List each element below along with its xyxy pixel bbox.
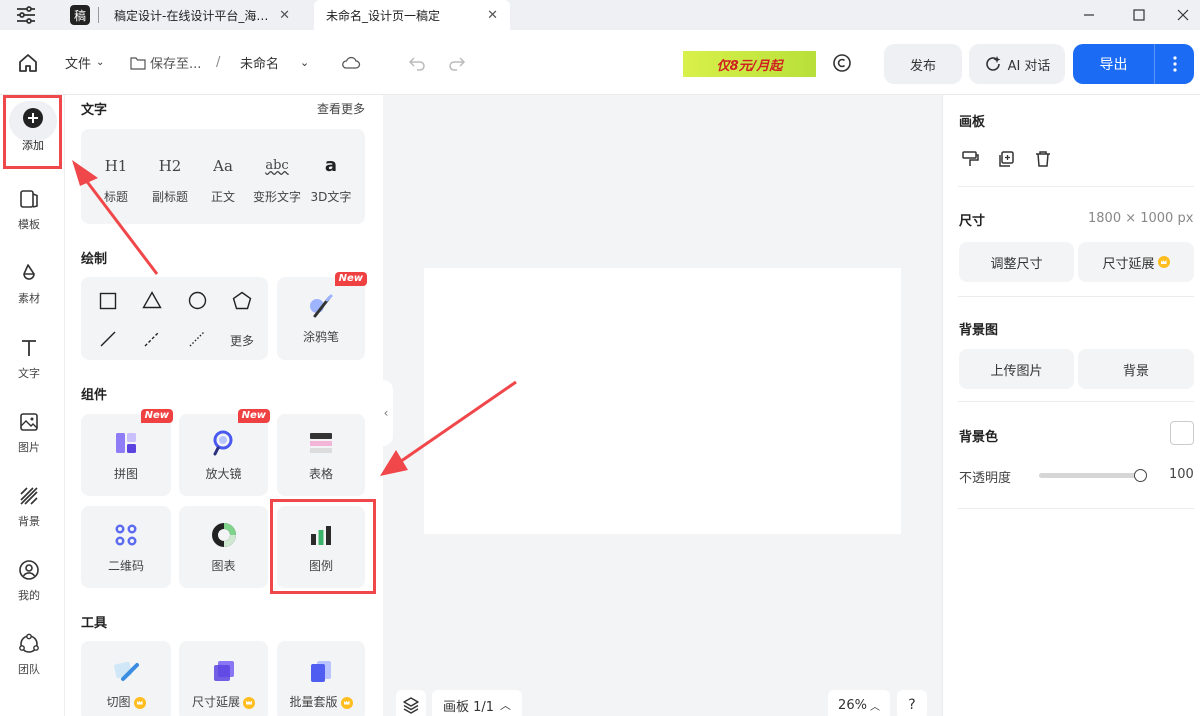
bg-color-title: 背景色	[959, 430, 999, 445]
bg-color-swatch[interactable]	[1170, 421, 1194, 445]
delete-icon[interactable]	[1034, 150, 1052, 172]
size-extend-button[interactable]: 尺寸延展	[1078, 242, 1194, 282]
vip-crown-icon	[1157, 256, 1170, 268]
divider	[958, 186, 1194, 187]
divider	[958, 508, 1194, 509]
arrow-to-legend	[380, 380, 517, 476]
resize-button[interactable]: 调整尺寸	[959, 242, 1074, 282]
artboard-title: 画板	[959, 115, 986, 130]
size-value: 1800 × 1000 px	[1088, 211, 1194, 226]
arrow-to-add	[72, 160, 159, 275]
size-title: 尺寸	[959, 214, 986, 229]
bg-image-title: 背景图	[959, 323, 999, 338]
opacity-value: 100	[1169, 467, 1194, 482]
divider	[958, 401, 1194, 402]
upload-image-button[interactable]: 上传图片	[959, 349, 1074, 389]
opacity-slider-thumb[interactable]	[1134, 469, 1147, 482]
properties-panel	[942, 95, 1200, 716]
opacity-label: 不透明度	[959, 471, 1012, 486]
duplicate-icon[interactable]	[997, 150, 1015, 172]
opacity-slider-track[interactable]	[1039, 473, 1141, 478]
format-painter-icon[interactable]	[961, 150, 979, 172]
divider	[958, 296, 1194, 297]
background-button[interactable]: 背景	[1078, 349, 1194, 389]
size-extend-label: 尺寸延展	[1102, 256, 1155, 272]
